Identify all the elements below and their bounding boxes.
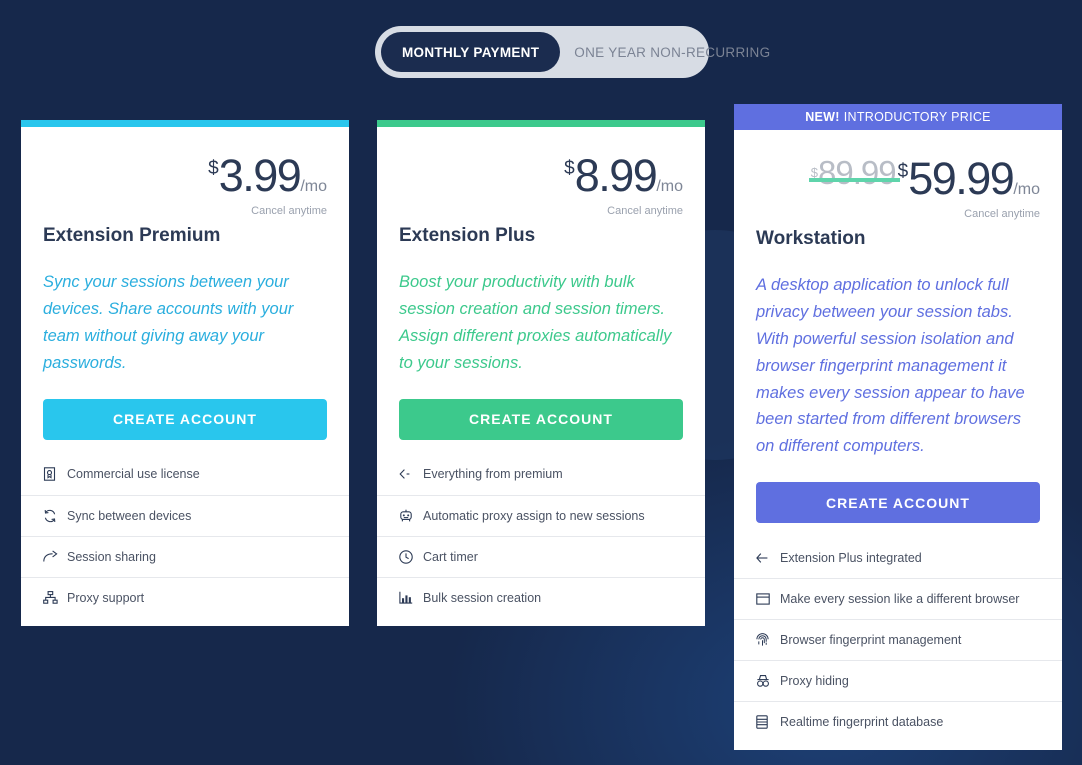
feature-label: Browser fingerprint management <box>780 633 962 648</box>
arrow-left-icon <box>399 468 418 480</box>
feature-item: Sync between devices <box>21 494 349 536</box>
sync-icon <box>43 509 62 523</box>
fingerprint-icon <box>756 633 775 647</box>
feature-label: Session sharing <box>67 549 156 564</box>
network-icon <box>43 591 62 604</box>
plan-description: Sync your sessions between your devices.… <box>43 273 294 372</box>
feature-item: Commercial use license <box>21 454 349 495</box>
feature-label: Everything from premium <box>423 467 563 482</box>
current-price: $ 3.99 /mo <box>208 153 327 198</box>
cancel-note: Cancel anytime <box>607 205 683 217</box>
feature-label: Realtime fingerprint database <box>780 715 944 730</box>
clock-icon <box>399 549 418 564</box>
price-period: /mo <box>1013 181 1040 198</box>
feature-label: Proxy hiding <box>780 674 849 689</box>
price-block: $ 89.99 $ 59.99 /mo <box>756 130 1040 201</box>
feature-label: Extension Plus integrated <box>780 550 922 565</box>
card-bottom-spacer <box>21 618 349 626</box>
pricing-card-workstation: NEW! INTRODUCTORY PRICE $ 89.99 $ 59.99 … <box>734 104 1062 751</box>
price-period: /mo <box>656 178 683 195</box>
card-accent-bar <box>21 120 349 127</box>
plan-name: Extension Plus <box>399 225 536 246</box>
feature-list: Everything from premium Automatic proxy … <box>377 454 705 618</box>
robot-icon <box>399 509 418 523</box>
feature-item: Bulk session creation <box>377 576 705 618</box>
cancel-note: Cancel anytime <box>964 208 1040 220</box>
pricing-card-extension-plus: $ 8.99 /mo Cancel anytime Extension Plus… <box>377 120 705 626</box>
feature-label: Cart timer <box>423 549 478 564</box>
plan-description: Boost your productivity with bulk sessio… <box>399 273 672 372</box>
price-amount: 3.99 <box>218 150 302 201</box>
feature-item: Realtime fingerprint database <box>734 701 1062 742</box>
create-account-button[interactable]: CREATE ACCOUNT <box>399 398 683 440</box>
feature-item: Browser fingerprint management <box>734 619 1062 660</box>
card-accent-bar <box>377 120 705 127</box>
original-price-amount: 89.99 <box>818 154 897 191</box>
share-arrow-icon <box>43 550 62 563</box>
arrow-left-icon <box>756 552 775 564</box>
billing-period-toggle[interactable]: MONTHLY PAYMENT ONE YEAR NON-RECURRING <box>375 26 770 78</box>
price-block: $ 8.99 /mo <box>399 127 683 198</box>
current-price: $ 8.99 /mo <box>564 153 683 198</box>
feature-label: Automatic proxy assign to new sessions <box>423 508 645 523</box>
price-block: $ 3.99 /mo <box>43 127 327 198</box>
card-bottom-spacer <box>377 618 705 626</box>
cancel-note: Cancel anytime <box>251 205 327 217</box>
feature-item: Cart timer <box>377 535 705 577</box>
bar-chart-icon <box>399 591 418 604</box>
price-amount: 8.99 <box>574 150 658 201</box>
certificate-icon <box>43 467 62 481</box>
feature-list: Extension Plus integrated Make every ses… <box>734 537 1062 742</box>
original-price: $ 89.99 <box>808 154 900 191</box>
ribbon-highlight: NEW! <box>805 110 840 124</box>
create-account-button[interactable]: CREATE ACCOUNT <box>756 482 1040 524</box>
current-price: $ 59.99 /mo <box>898 156 1040 201</box>
feature-item: Proxy hiding <box>734 660 1062 701</box>
create-account-button[interactable]: CREATE ACCOUNT <box>43 398 327 440</box>
introductory-price-ribbon: NEW! INTRODUCTORY PRICE <box>734 104 1062 130</box>
feature-list: Commercial use license Sync between devi… <box>21 454 349 618</box>
plan-name: Extension Premium <box>43 225 221 246</box>
currency-symbol: $ <box>564 158 575 179</box>
feature-item: Proxy support <box>21 576 349 618</box>
price-amount: 59.99 <box>908 153 1015 204</box>
plan-description: A desktop application to unlock full pri… <box>756 276 1025 456</box>
feature-label: Commercial use license <box>67 467 200 482</box>
feature-label: Make every session like a different brow… <box>780 592 1020 607</box>
pricing-cards: $ 3.99 /mo Cancel anytime Extension Prem… <box>0 0 1082 765</box>
feature-item: Everything from premium <box>377 454 705 495</box>
card-bottom-spacer <box>734 742 1062 750</box>
pricing-card-extension-premium: $ 3.99 /mo Cancel anytime Extension Prem… <box>21 120 349 626</box>
feature-item: Session sharing <box>21 535 349 577</box>
feature-label: Sync between devices <box>67 508 192 523</box>
price-strikethrough <box>808 178 900 182</box>
browser-window-icon <box>756 593 775 605</box>
feature-item: Make every session like a different brow… <box>734 578 1062 619</box>
toggle-option-yearly[interactable]: ONE YEAR NON-RECURRING <box>560 32 784 72</box>
plan-name: Workstation <box>756 228 866 249</box>
database-icon <box>756 715 775 729</box>
price-period: /mo <box>300 178 327 195</box>
ribbon-text: INTRODUCTORY PRICE <box>843 110 991 124</box>
feature-label: Proxy support <box>67 590 145 605</box>
feature-label: Bulk session creation <box>423 590 542 605</box>
toggle-option-monthly[interactable]: MONTHLY PAYMENT <box>381 32 561 72</box>
incognito-icon <box>756 674 775 688</box>
currency-symbol: $ <box>208 158 219 179</box>
feature-item: Extension Plus integrated <box>734 537 1062 578</box>
feature-item: Automatic proxy assign to new sessions <box>377 494 705 536</box>
